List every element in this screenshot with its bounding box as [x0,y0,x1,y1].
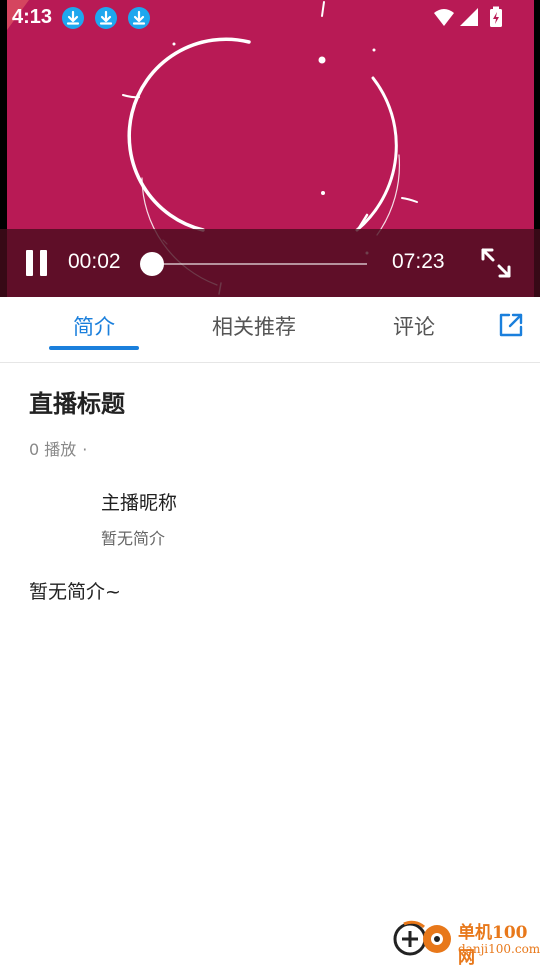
status-time: 4:13 [12,6,53,28]
watermark-icon [393,920,451,956]
play-count: 0 播放 [29,440,77,459]
tab-indicator [49,346,139,350]
tab-comments[interactable]: 评论 [354,311,474,341]
fullscreen-button[interactable] [478,245,514,281]
watermark-logo: 单机100网 danji100.com [390,915,540,968]
watermark-line2: danji100.com [458,942,540,956]
anchor-name[interactable]: 主播昵称 [101,488,177,515]
seek-thumb[interactable] [140,252,165,276]
video-player[interactable]: 4:13 00:02 07:23 [0,0,540,297]
fullscreen-icon [481,248,511,278]
status-bar: 4:13 [0,0,540,36]
pause-button[interactable] [22,245,54,281]
anchor-description: 暂无简介 [101,529,166,548]
signal-icon [460,8,478,26]
system-icons [432,6,504,28]
intro-text: 暂无简介~ [29,581,121,603]
pause-icon [26,250,33,276]
share-icon [499,313,523,337]
meta-separator: · [82,440,88,459]
play-meta: 0 播放 · [29,436,87,460]
download-icon [128,7,150,29]
duration-time: 07:23 [392,250,445,273]
tab-bar: 简介 相关推荐 评论 [0,297,540,363]
battery-charging-icon [490,6,502,27]
seek-bar[interactable] [151,263,367,265]
download-icon [95,7,117,29]
current-time: 00:02 [68,250,121,273]
tab-related[interactable]: 相关推荐 [194,311,314,341]
tab-intro[interactable]: 简介 [34,311,154,341]
download-icon [62,7,84,29]
wifi-icon [434,9,454,26]
live-title: 直播标题 [29,390,125,418]
player-controls: 00:02 07:23 [0,229,540,297]
share-button[interactable] [497,311,525,339]
